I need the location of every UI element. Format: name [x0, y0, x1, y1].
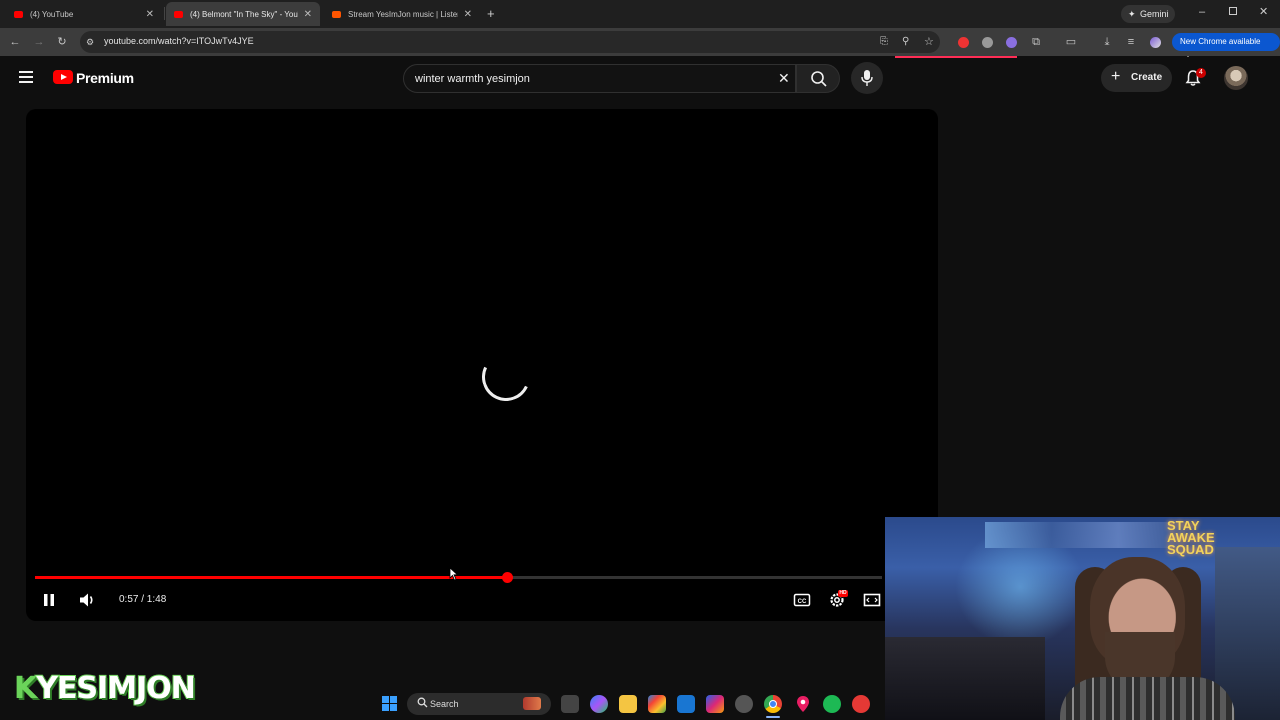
search-icon — [811, 71, 827, 87]
tab-soundcloud[interactable]: Stream YesImJon music | Listen ✕ — [324, 2, 480, 26]
hamburger-menu-icon[interactable] — [19, 71, 33, 83]
omnibox[interactable]: ⚙ youtube.com/watch?v=ITOJwTv4JYE ⎘ ⚲ ☆ — [80, 31, 940, 53]
profile-extension-icon[interactable] — [1150, 37, 1161, 48]
soundcloud-favicon-icon — [332, 10, 341, 18]
brand-k-glyph-icon: K — [14, 671, 37, 706]
chrome-icon[interactable] — [764, 695, 782, 713]
create-label: Create — [1131, 72, 1163, 83]
theater-mode-icon — [863, 593, 881, 607]
settings-button[interactable]: HD — [828, 590, 848, 609]
voice-search-button[interactable] — [851, 62, 883, 94]
webcam-wall-decor — [985, 522, 1185, 548]
mail-icon[interactable] — [677, 695, 695, 713]
search-query-text: winter warmth yesimjon — [415, 73, 530, 85]
tab-label: (4) YouTube — [30, 9, 74, 19]
youtube-masthead: Premium winter warmth yesimjon ✕ + Creat… — [0, 58, 1280, 102]
tab-strip: (4) YouTube ✕ (4) Belmont "In The Sky" -… — [0, 0, 1280, 28]
bookmark-star-icon[interactable]: ☆ — [924, 35, 934, 48]
youtube-logo-icon[interactable] — [53, 70, 73, 84]
loading-spinner-icon — [475, 346, 537, 408]
captions-button[interactable]: CC — [793, 591, 813, 609]
svg-text:CC: CC — [798, 599, 807, 605]
webcam-neon-sign: STAY AWAKE SQUAD — [1167, 518, 1215, 557]
tab-youtube[interactable]: (4) YouTube ✕ — [6, 2, 162, 26]
side-panel-icon[interactable]: ▭ — [1064, 35, 1078, 49]
search-highlight-icon — [523, 697, 541, 710]
browser-toolbar: ← → ↻ ⚙ youtube.com/watch?v=ITOJwTv4JYE … — [0, 28, 1280, 64]
new-tab-button[interactable]: + — [487, 6, 495, 21]
plus-icon: + — [1111, 68, 1121, 85]
hd-badge: HD — [838, 590, 848, 597]
gemini-sparkle-icon: ✦ — [1128, 9, 1136, 19]
video-player[interactable]: 0:57 / 1:48 CC HD — [26, 109, 938, 621]
search-icon — [417, 697, 428, 708]
webcam-person-shirt — [1060, 677, 1235, 720]
scrubber-handle[interactable] — [502, 572, 513, 583]
active-app-indicator — [766, 716, 780, 718]
taskbar-search-box[interactable]: Search — [407, 693, 551, 715]
tab-label: Stream YesImJon music | Listen — [348, 9, 458, 19]
site-info-icon[interactable]: ⚙ — [86, 37, 96, 47]
youtube-favicon-icon — [14, 10, 23, 18]
theater-mode-button[interactable] — [863, 591, 883, 609]
progress-bar-played — [35, 576, 507, 579]
brand-text: YESIMJON — [35, 670, 197, 707]
task-view-icon[interactable] — [561, 695, 579, 713]
reading-list-icon[interactable]: ≡ — [1124, 35, 1138, 49]
closed-captions-icon: CC — [793, 593, 811, 607]
tab-belmont-video[interactable]: (4) Belmont "In The Sky" - YouTu ✕ — [166, 2, 320, 26]
extensions-puzzle-icon[interactable]: ⧉ — [1029, 35, 1043, 49]
reload-icon[interactable]: ↻ — [55, 35, 69, 49]
tab-label: (4) Belmont "In The Sky" - YouTu — [190, 9, 298, 19]
gemini-label: Gemini — [1140, 9, 1169, 19]
install-app-icon[interactable]: ⎘ — [880, 36, 888, 47]
extension-red-icon[interactable] — [958, 37, 969, 48]
new-chrome-available-button[interactable]: New Chrome available ⋮ — [1172, 33, 1280, 64]
back-icon[interactable]: ← — [8, 35, 22, 49]
tab-divider — [164, 7, 165, 20]
windows-start-icon[interactable] — [381, 695, 399, 713]
forward-icon[interactable]: → — [32, 35, 46, 49]
mouse-cursor-icon — [449, 567, 459, 581]
create-button[interactable]: + Create — [1101, 64, 1172, 92]
close-tab-icon[interactable]: ✕ — [146, 9, 154, 20]
url-text: youtube.com/watch?v=ITOJwTv4JYE — [104, 36, 254, 46]
taskbar-search-label: Search — [430, 699, 459, 709]
restore-icon[interactable] — [1229, 7, 1237, 15]
store-icon[interactable] — [648, 695, 666, 713]
maps-pin-icon[interactable] — [794, 695, 812, 713]
app-red-icon[interactable] — [852, 695, 870, 713]
webcam-overlay: STAY AWAKE SQUAD — [885, 517, 1280, 720]
streamer-brand-logo: KYESIMJON — [14, 670, 197, 707]
notification-count-badge: 4 — [1196, 68, 1206, 78]
close-icon[interactable]: ✕ — [1259, 5, 1268, 18]
pause-button[interactable] — [41, 591, 61, 609]
mute-button[interactable] — [78, 591, 98, 609]
zoom-icon[interactable]: ⚲ — [902, 36, 909, 47]
microphone-icon — [861, 70, 873, 86]
time-display: 0:57 / 1:48 — [119, 594, 167, 605]
close-tab-icon[interactable]: ✕ — [464, 9, 472, 20]
m365-icon[interactable] — [706, 695, 724, 713]
copilot-icon[interactable] — [590, 695, 608, 713]
extension-purple-icon[interactable] — [1006, 37, 1017, 48]
volume-icon — [80, 593, 93, 607]
clear-search-icon[interactable]: ✕ — [778, 70, 790, 87]
file-explorer-icon[interactable] — [619, 695, 637, 713]
youtube-premium-logo-text[interactable]: Premium — [76, 70, 134, 86]
close-tab-icon[interactable]: ✕ — [304, 9, 312, 20]
search-input[interactable]: winter warmth yesimjon ✕ — [403, 64, 796, 93]
account-avatar[interactable] — [1224, 66, 1248, 90]
gemini-button[interactable]: ✦ Gemini — [1121, 5, 1175, 23]
spotify-icon[interactable] — [823, 695, 841, 713]
pause-icon — [44, 594, 54, 606]
webcam-desk — [885, 637, 1045, 720]
media-icon[interactable] — [735, 695, 753, 713]
search-button[interactable] — [796, 64, 840, 93]
extension-grey-icon[interactable] — [982, 37, 993, 48]
new-chrome-label: New Chrome available — [1180, 37, 1261, 46]
downloads-icon[interactable]: ⤓ — [1100, 35, 1114, 49]
minimize-icon[interactable]: – — [1199, 6, 1205, 18]
youtube-favicon-icon — [174, 10, 183, 18]
